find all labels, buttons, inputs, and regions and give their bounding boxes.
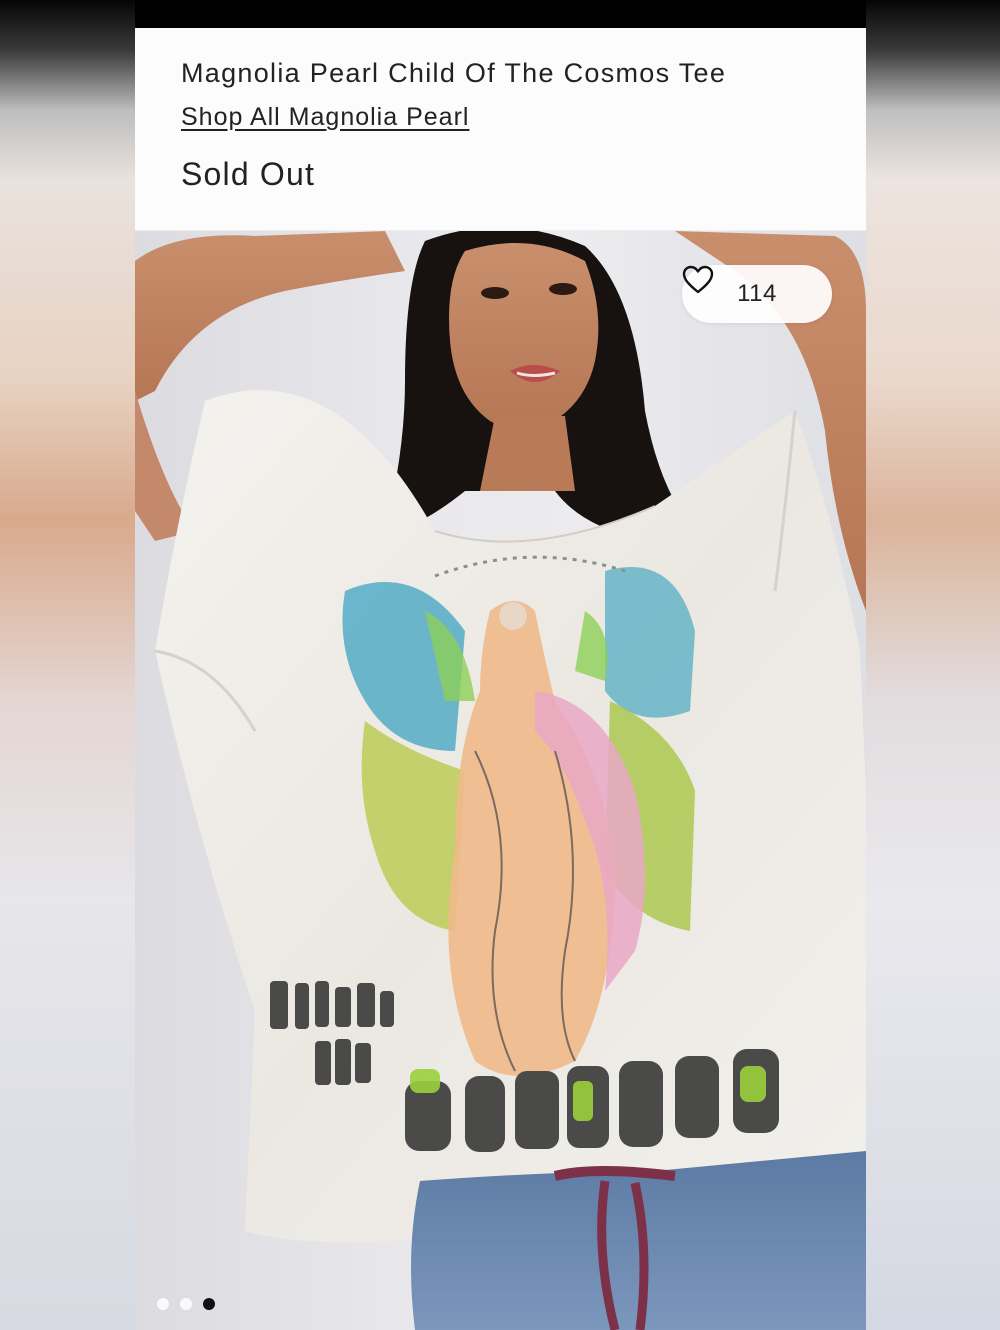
left-arm [135, 231, 405, 401]
phone-screen: Magnolia Pearl Child Of The Cosmos Tee S… [135, 0, 866, 1330]
sold-out-status: Sold Out [181, 156, 316, 192]
product-image-gallery[interactable]: 114 [135, 231, 866, 1330]
status-bar [135, 0, 866, 28]
pagination-dot-2[interactable] [180, 1298, 192, 1310]
background-blur-left [0, 0, 135, 1330]
product-photo [135, 231, 866, 1330]
shop-all-brand-link[interactable]: Shop All Magnolia Pearl [181, 102, 469, 132]
pagination-dot-3-active[interactable] [203, 1298, 215, 1310]
gallery-pagination [157, 1298, 215, 1310]
product-title: Magnolia Pearl Child Of The Cosmos Tee [181, 58, 727, 88]
like-button[interactable]: 114 [682, 265, 832, 323]
product-header: Magnolia Pearl Child Of The Cosmos Tee S… [135, 28, 866, 231]
like-count: 114 [737, 280, 777, 307]
heart-outline-icon [682, 265, 714, 294]
background-blur-right [866, 0, 1000, 1330]
pagination-dot-1[interactable] [157, 1298, 169, 1310]
